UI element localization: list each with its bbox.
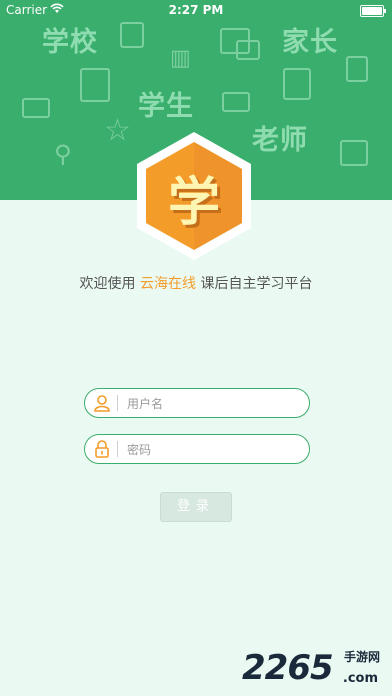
watermark-number: 2265 bbox=[242, 648, 334, 688]
welcome-prefix: 欢迎使用 bbox=[79, 276, 136, 292]
battery-icon bbox=[360, 5, 386, 17]
login-button[interactable]: 登录 bbox=[160, 492, 232, 522]
mail-icon bbox=[22, 98, 50, 118]
watermark-cn: 手游网 bbox=[343, 650, 380, 664]
certificate-icon bbox=[340, 140, 368, 166]
lock-icon bbox=[93, 440, 111, 458]
welcome-suffix: 课后自主学习平台 bbox=[200, 276, 313, 292]
chart-icon: ▥ bbox=[170, 46, 191, 71]
status-bar: Carrier 2:27 PM bbox=[0, 0, 392, 20]
app-logo: 学 bbox=[127, 128, 261, 262]
mail-icon bbox=[222, 92, 250, 112]
password-divider bbox=[117, 441, 118, 457]
logo-char: 学 bbox=[167, 173, 220, 233]
password-input[interactable] bbox=[125, 438, 299, 462]
site-watermark: 2265 手游网 .com bbox=[242, 648, 382, 688]
welcome-brand: 云海在线 bbox=[140, 276, 196, 292]
deco-word-school: 学校 bbox=[42, 27, 98, 58]
password-field[interactable] bbox=[84, 434, 310, 464]
user-icon bbox=[93, 394, 111, 412]
username-field[interactable] bbox=[84, 388, 310, 418]
edit-icon bbox=[283, 68, 311, 100]
news-icon bbox=[80, 68, 110, 102]
watermark-suffix: .com bbox=[342, 671, 378, 686]
chat-icon bbox=[236, 40, 260, 60]
status-time: 2:27 PM bbox=[168, 3, 224, 17]
username-divider bbox=[117, 395, 118, 411]
welcome-text: 欢迎使用 云海在线 课后自主学习平台 bbox=[0, 273, 392, 293]
search-icon: ⚲ bbox=[54, 140, 72, 168]
tag-icon bbox=[346, 56, 368, 82]
username-input[interactable] bbox=[125, 392, 299, 416]
document-icon bbox=[120, 22, 144, 48]
deco-word-student: 学生 bbox=[138, 91, 194, 122]
deco-word-parent: 家长 bbox=[282, 27, 338, 58]
